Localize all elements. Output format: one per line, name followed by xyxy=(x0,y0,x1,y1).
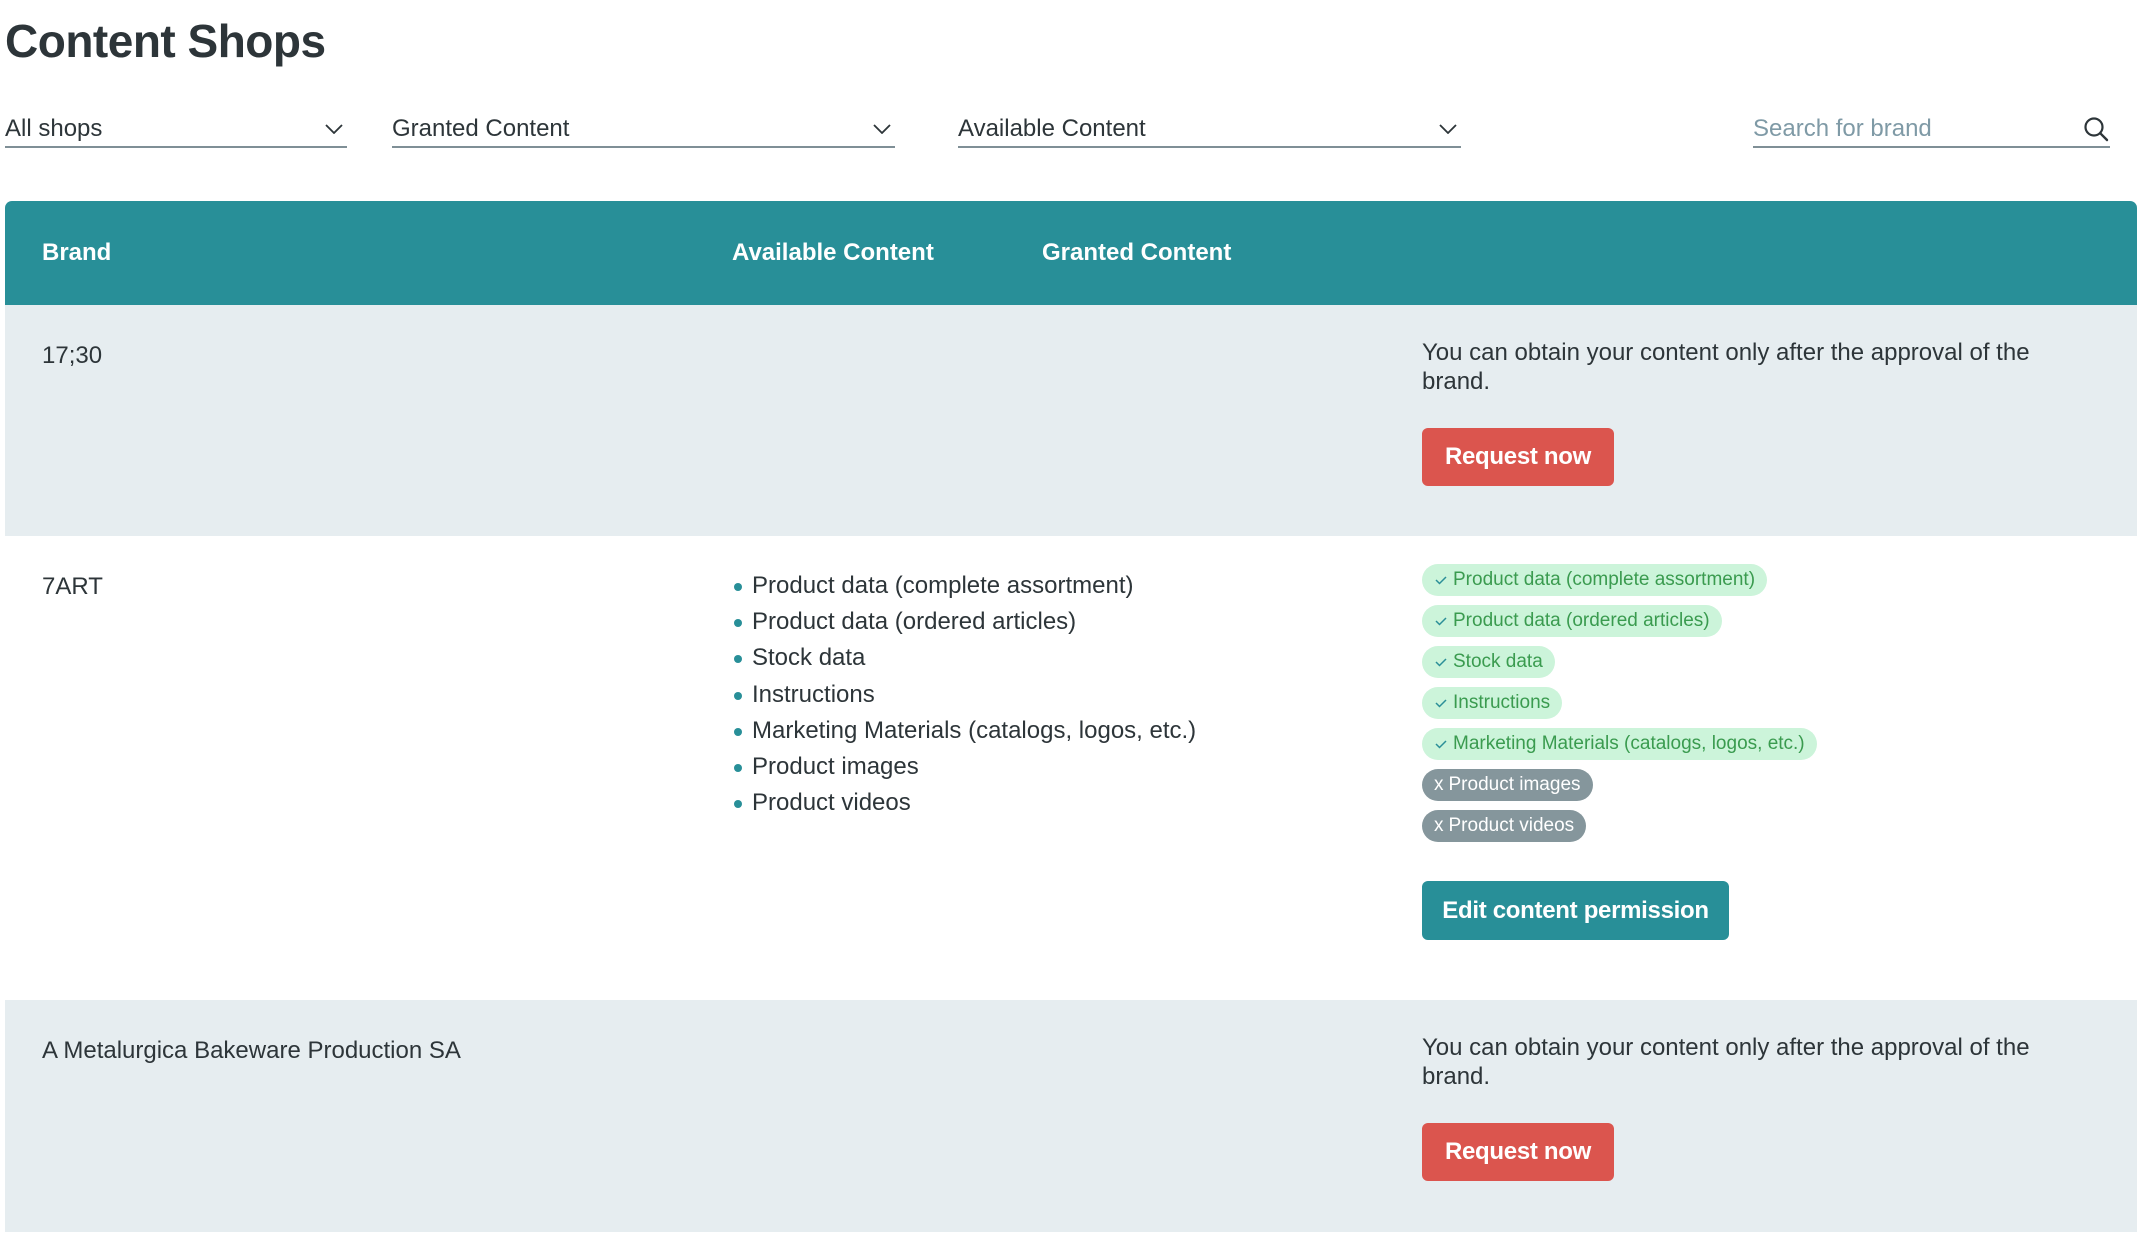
denied-chip: x Product images xyxy=(1422,769,1593,801)
available-content-item: Product videos xyxy=(732,785,1196,821)
request-now-button[interactable]: Request now xyxy=(1422,428,1614,486)
denied-chip: x Product videos xyxy=(1422,810,1587,842)
bullet-icon xyxy=(734,763,742,772)
available-content-list: Product data (complete assortment) Produ… xyxy=(732,568,1196,821)
page-title: Content Shops xyxy=(5,15,326,67)
available-content-item: Product data (ordered articles) xyxy=(732,604,1196,640)
granted-content-cell: You can obtain your content only after t… xyxy=(1422,338,2102,486)
content-shops-table: Brand Available Content Granted Content … xyxy=(5,201,2137,1232)
content-shops-page: Content Shops All shops Granted Content … xyxy=(0,0,2139,1235)
table-row: 7ART Product data (complete assortment) … xyxy=(5,536,2137,1000)
available-content-filter-value: Available Content xyxy=(958,115,1146,142)
brand-name: 7ART xyxy=(42,573,103,600)
bullet-icon xyxy=(734,583,742,591)
check-icon xyxy=(1434,573,1448,587)
brand-name: 17;30 xyxy=(42,342,103,369)
column-header-brand: Brand xyxy=(42,239,112,266)
granted-chip: Product data (complete assortment) xyxy=(1422,564,1768,596)
chevron-down-icon xyxy=(323,118,345,140)
check-icon xyxy=(1434,737,1448,751)
column-header-available-content: Available Content xyxy=(732,239,934,266)
shops-filter-value: All shops xyxy=(5,115,103,142)
bullet-icon xyxy=(734,619,742,628)
granted-content-filter-dropdown[interactable]: Granted Content xyxy=(392,112,895,148)
table-header: Brand Available Content Granted Content xyxy=(5,201,2137,305)
bullet-icon xyxy=(734,727,742,736)
granted-chip: Product data (ordered articles) xyxy=(1422,605,1722,637)
available-content-item: Stock data xyxy=(732,640,1196,676)
check-icon xyxy=(1434,696,1448,710)
granted-chip: Instructions xyxy=(1422,687,1563,719)
available-content-item: Product images xyxy=(732,749,1196,785)
brand-name: A Metalurgica Bakeware Production SA xyxy=(42,1037,461,1064)
table-row: 17;30 You can obtain your content only a… xyxy=(5,305,2137,536)
check-icon xyxy=(1434,655,1448,669)
shops-filter-dropdown[interactable]: All shops xyxy=(5,112,347,148)
available-content-item: Marketing Materials (catalogs, logos, et… xyxy=(732,713,1196,749)
available-content-item: Instructions xyxy=(732,677,1196,713)
granted-content-cell: You can obtain your content only after t… xyxy=(1422,1033,2102,1181)
request-now-button[interactable]: Request now xyxy=(1422,1123,1614,1181)
chevron-down-icon xyxy=(871,118,893,140)
search-icon[interactable] xyxy=(2082,115,2110,143)
granted-chip: Stock data xyxy=(1422,646,1555,678)
granted-content-chips: Product data (complete assortment) Produ… xyxy=(1422,564,2102,842)
check-icon xyxy=(1434,614,1448,628)
granted-content-filter-value: Granted Content xyxy=(392,115,570,142)
bullet-icon xyxy=(734,800,742,809)
edit-content-permission-button[interactable]: Edit content permission xyxy=(1422,881,1729,940)
approval-required-message: You can obtain your content only after t… xyxy=(1422,1034,2030,1090)
x-icon: x xyxy=(1434,815,1444,836)
x-icon: x xyxy=(1434,774,1444,795)
brand-search-input[interactable] xyxy=(1753,112,2082,146)
table-row: A Metalurgica Bakeware Production SA You… xyxy=(5,1000,2137,1232)
approval-required-message: You can obtain your content only after t… xyxy=(1422,339,2030,395)
available-content-filter-dropdown[interactable]: Available Content xyxy=(958,112,1461,148)
brand-search xyxy=(1753,112,2110,148)
granted-chip: Marketing Materials (catalogs, logos, et… xyxy=(1422,728,1817,760)
granted-content-cell: Product data (complete assortment) Produ… xyxy=(1422,564,2102,940)
chevron-down-icon xyxy=(1437,118,1459,140)
bullet-icon xyxy=(734,655,742,664)
bullet-icon xyxy=(734,691,742,700)
column-header-granted-content: Granted Content xyxy=(1042,239,1232,266)
available-content-item: Product data (complete assortment) xyxy=(732,568,1196,604)
